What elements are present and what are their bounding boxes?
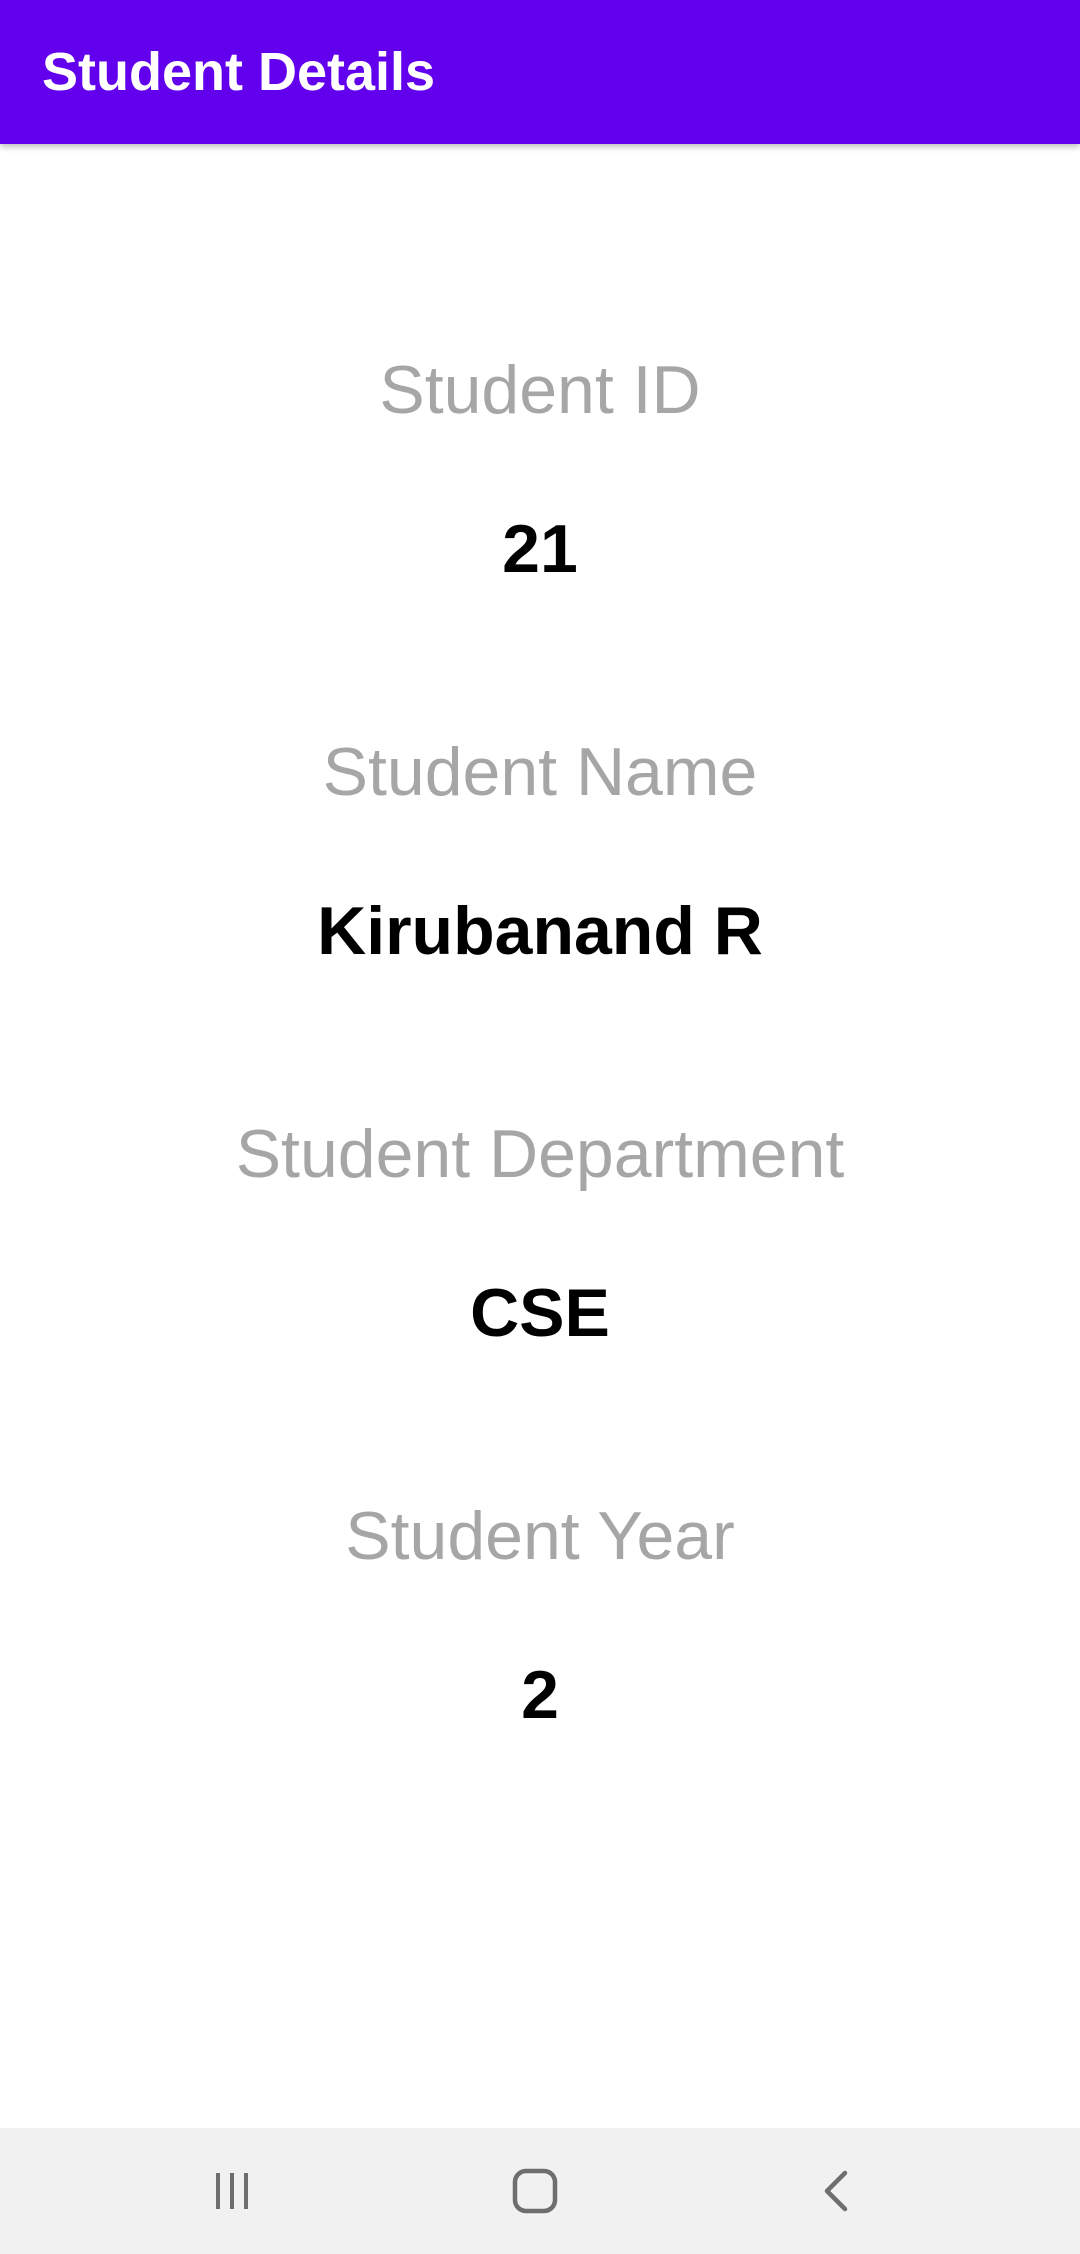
student-details-content: Student ID 21 Student Name Kirubanand R …	[0, 144, 1080, 2128]
recents-button[interactable]	[172, 2128, 292, 2254]
student-year-label: Student Year	[345, 1498, 735, 1574]
recents-icon	[216, 2173, 248, 2209]
app-bar-title: Student Details	[42, 42, 436, 102]
system-navigation-bar	[0, 2128, 1080, 2254]
student-name-label: Student Name	[322, 734, 758, 810]
home-icon	[512, 2168, 558, 2214]
student-department-value: CSE	[470, 1275, 610, 1351]
student-year-value: 2	[521, 1657, 559, 1733]
student-name-value: Kirubanand R	[317, 893, 763, 969]
student-id-value: 21	[502, 511, 578, 587]
student-id-label: Student ID	[379, 352, 701, 428]
app-bar: Student Details	[0, 0, 1080, 144]
student-department-label: Student Department	[235, 1116, 845, 1192]
back-button[interactable]	[777, 2128, 897, 2254]
home-button[interactable]	[475, 2128, 595, 2254]
back-icon	[824, 2170, 848, 2212]
